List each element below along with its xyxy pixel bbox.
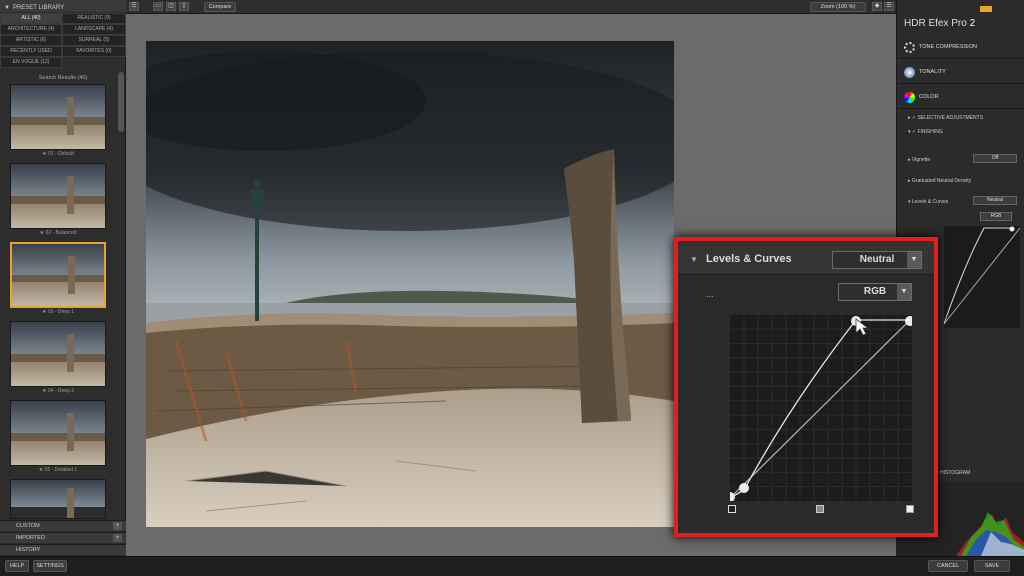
help-button[interactable]: HELP bbox=[5, 560, 29, 572]
vignette-select[interactable]: Off bbox=[973, 154, 1017, 163]
sun-icon bbox=[904, 42, 915, 53]
levels-preset-select[interactable]: Neutral bbox=[973, 196, 1017, 205]
white-point-slider-icon[interactable] bbox=[906, 505, 914, 513]
split-view-icon[interactable]: ◫ bbox=[166, 2, 176, 11]
add-icon[interactable]: + bbox=[113, 522, 122, 530]
preset-library-title: PRESET LIBRARY bbox=[12, 4, 65, 11]
search-results-label: Search Results (40) bbox=[38, 75, 88, 81]
filter-en-vogue[interactable]: EN VOGUE (12) bbox=[0, 57, 62, 68]
callout-title: Levels & Curves bbox=[706, 253, 792, 265]
chevron-down-icon: ▼ bbox=[897, 284, 911, 300]
section-tonality[interactable]: TONALITY bbox=[896, 62, 1024, 84]
section-finishing[interactable]: ▾ ✓ FINISHING bbox=[896, 124, 1024, 139]
filter-landscape[interactable]: LANDSCAPE (4) bbox=[62, 24, 126, 35]
bottom-bar bbox=[0, 556, 1024, 576]
top-toolbar bbox=[126, 0, 896, 14]
filter-architecture[interactable]: ARCHITECTURE (4) bbox=[0, 24, 62, 35]
preset-label: ★ 01 - Default bbox=[42, 151, 74, 157]
channel-select[interactable]: RGB bbox=[980, 212, 1012, 221]
section-selective-adjustments[interactable]: ▸ ✓ SELECTIVE ADJUSTMENTS bbox=[896, 110, 1024, 125]
zoom-select[interactable]: Zoom (100 %) bbox=[810, 2, 866, 12]
histogram-label: HISTOGRAM bbox=[940, 470, 971, 476]
cancel-button[interactable]: CANCEL bbox=[928, 560, 968, 572]
section-tone-compression[interactable]: TONE COMPRESSION bbox=[896, 37, 1024, 59]
cursor-icon bbox=[855, 318, 870, 336]
side-by-side-icon[interactable]: ▯ bbox=[179, 2, 189, 11]
preset-thumbnail[interactable] bbox=[10, 84, 106, 150]
preset-thumbnail-selected[interactable] bbox=[10, 242, 106, 308]
preset-thumbnail[interactable] bbox=[10, 163, 106, 229]
curve-point[interactable] bbox=[739, 483, 749, 493]
levels-curves-callout: ▼ Levels & Curves Neutral ▼ ... RGB ▼ bbox=[674, 237, 938, 537]
toggle-right-panel-icon[interactable]: ☰ bbox=[884, 2, 894, 11]
preset-library-header[interactable]: ▼ PRESET LIBRARY bbox=[0, 0, 126, 12]
library-scrollbar[interactable] bbox=[118, 72, 124, 132]
background-color-icon[interactable]: ◆ bbox=[872, 2, 882, 11]
nik-logo-icon bbox=[980, 6, 992, 12]
tonality-icon bbox=[904, 67, 915, 78]
preset-thumbnail[interactable] bbox=[10, 321, 106, 387]
curve-graph[interactable] bbox=[725, 315, 915, 502]
filter-all[interactable]: ALL (40) bbox=[0, 13, 62, 24]
curve-graph-small[interactable] bbox=[943, 226, 1021, 328]
graduated-nd-row[interactable]: ▸ Graduated Neutral Density bbox=[896, 173, 1024, 188]
filter-recently-used[interactable]: RECENTLY USED bbox=[0, 46, 62, 57]
preset-thumbnail[interactable] bbox=[10, 400, 106, 466]
expand-triangle-icon[interactable]: ▼ bbox=[690, 255, 698, 264]
more-options[interactable]: ... bbox=[706, 289, 714, 299]
preset-label: ★ 03 - Deep 1 bbox=[42, 309, 74, 315]
section-color[interactable]: COLOR bbox=[896, 87, 1024, 109]
app-title: HDR Efex Pro 2 bbox=[904, 18, 976, 29]
curves-preset-select[interactable]: Neutral ▼ bbox=[832, 251, 922, 269]
add-icon[interactable]: + bbox=[113, 534, 122, 542]
preset-label: ★ 04 - Deep 2 bbox=[42, 388, 74, 394]
midpoint-slider-icon[interactable] bbox=[816, 505, 824, 513]
filter-realistic[interactable]: REALISTIC (9) bbox=[62, 13, 126, 24]
settings-button[interactable]: SETTINGS bbox=[33, 560, 67, 572]
filter-artistic[interactable]: ARTISTIC (6) bbox=[0, 35, 62, 46]
channel-select-large[interactable]: RGB ▼ bbox=[838, 283, 912, 301]
save-button[interactable]: SAVE bbox=[974, 560, 1010, 572]
preset-thumbnail[interactable] bbox=[10, 479, 106, 519]
preset-label: ★ 02 - Balanced bbox=[39, 230, 77, 236]
preset-label: ★ 05 - Detailed 1 bbox=[38, 467, 78, 473]
custom-section[interactable]: CUSTOM + bbox=[0, 520, 126, 531]
imported-section[interactable]: IMPORTED + bbox=[0, 532, 126, 543]
toggle-panel-icon[interactable]: ☰ bbox=[129, 2, 139, 11]
compare-button[interactable]: Compare bbox=[204, 2, 236, 12]
filter-surreal[interactable]: SURREAL (5) bbox=[62, 35, 126, 46]
black-point-slider-icon[interactable] bbox=[728, 505, 736, 513]
filter-favorites[interactable]: FAVORITES (0) bbox=[62, 46, 126, 57]
preview-image[interactable] bbox=[146, 41, 674, 527]
collapse-triangle-icon: ▼ bbox=[4, 4, 10, 11]
single-view-icon[interactable]: ▭ bbox=[153, 2, 163, 11]
chevron-down-icon: ▼ bbox=[907, 252, 921, 268]
history-section[interactable]: HISTORY bbox=[0, 544, 126, 555]
color-wheel-icon bbox=[904, 92, 915, 103]
